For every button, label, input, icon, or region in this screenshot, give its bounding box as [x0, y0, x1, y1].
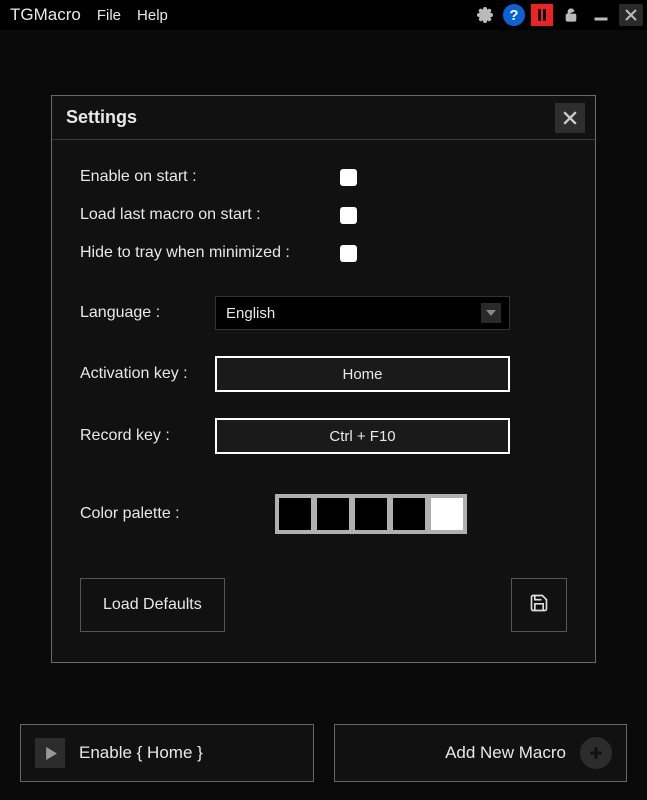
chevron-down-icon: [481, 303, 501, 323]
activation-key-label: Activation key :: [80, 365, 215, 383]
help-icon[interactable]: ?: [503, 4, 525, 26]
minimize-icon[interactable]: [589, 4, 613, 26]
hide-to-tray-checkbox[interactable]: [340, 245, 357, 262]
save-icon: [529, 593, 549, 618]
pause-icon[interactable]: [531, 4, 553, 26]
language-label: Language :: [80, 304, 215, 322]
add-new-macro-button[interactable]: Add New Macro: [334, 724, 628, 782]
settings-title: Settings: [66, 107, 137, 128]
activation-key-button[interactable]: Home: [215, 356, 510, 392]
load-defaults-button[interactable]: Load Defaults: [80, 578, 225, 632]
enable-button[interactable]: Enable { Home }: [20, 724, 314, 782]
menu-help[interactable]: Help: [137, 7, 168, 24]
close-window-icon[interactable]: [619, 4, 643, 26]
gear-icon[interactable]: [473, 4, 497, 26]
lock-icon[interactable]: [559, 4, 583, 26]
hide-to-tray-label: Hide to tray when minimized :: [80, 244, 340, 262]
menu-file[interactable]: File: [97, 7, 121, 24]
activation-key-value: Home: [342, 366, 382, 383]
save-button[interactable]: [511, 578, 567, 632]
palette-swatch-2[interactable]: [355, 498, 387, 530]
title-bar: TGMacro File Help ?: [0, 0, 647, 30]
palette-swatch-4[interactable]: [431, 498, 463, 530]
add-new-macro-label: Add New Macro: [445, 743, 566, 763]
enable-on-start-label: Enable on start :: [80, 168, 340, 186]
close-settings-icon[interactable]: [555, 103, 585, 133]
enable-label: Enable { Home }: [79, 743, 203, 763]
record-key-button[interactable]: Ctrl + F10: [215, 418, 510, 454]
play-icon: [35, 738, 65, 768]
color-palette-label: Color palette :: [80, 505, 275, 523]
plus-icon: [580, 737, 612, 769]
record-key-value: Ctrl + F10: [329, 428, 395, 445]
load-last-macro-label: Load last macro on start :: [80, 206, 340, 224]
enable-on-start-checkbox[interactable]: [340, 169, 357, 186]
color-palette: [275, 494, 467, 534]
language-select[interactable]: English: [215, 296, 510, 330]
language-value: English: [226, 305, 275, 322]
palette-swatch-0[interactable]: [279, 498, 311, 530]
settings-panel: Settings Enable on start : Load last mac…: [51, 95, 596, 663]
load-last-macro-checkbox[interactable]: [340, 207, 357, 224]
palette-swatch-3[interactable]: [393, 498, 425, 530]
record-key-label: Record key :: [80, 427, 215, 445]
palette-swatch-1[interactable]: [317, 498, 349, 530]
app-title: TGMacro: [10, 5, 81, 25]
